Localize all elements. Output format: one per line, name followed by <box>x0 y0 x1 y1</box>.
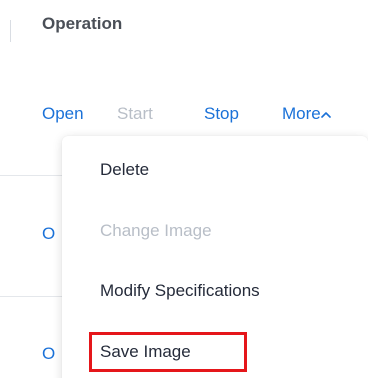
operation-column-screenshot: Operation Open Start Stop More O O Delet… <box>0 0 368 378</box>
operation-column-header: Operation <box>42 14 123 33</box>
row-action-link-partial[interactable]: O <box>42 224 55 244</box>
column-header-divider <box>10 20 11 42</box>
start-action-link: Start <box>117 104 153 123</box>
menu-item-modify-specifications[interactable]: Modify Specifications <box>100 281 260 301</box>
menu-item-save-image[interactable]: Save Image <box>100 342 191 362</box>
menu-item-delete[interactable]: Delete <box>100 160 149 180</box>
more-action-dropdown[interactable]: More <box>282 104 321 124</box>
open-action-link[interactable]: Open <box>42 104 84 124</box>
chevron-up-icon[interactable] <box>321 110 331 120</box>
menu-item-change-image: Change Image <box>100 221 212 240</box>
row-action-link-partial[interactable]: O <box>42 344 55 364</box>
header-bottom-border <box>0 58 368 59</box>
more-dropdown-menu: Delete Change Image Modify Specification… <box>62 136 368 378</box>
stop-action-link[interactable]: Stop <box>204 104 239 124</box>
